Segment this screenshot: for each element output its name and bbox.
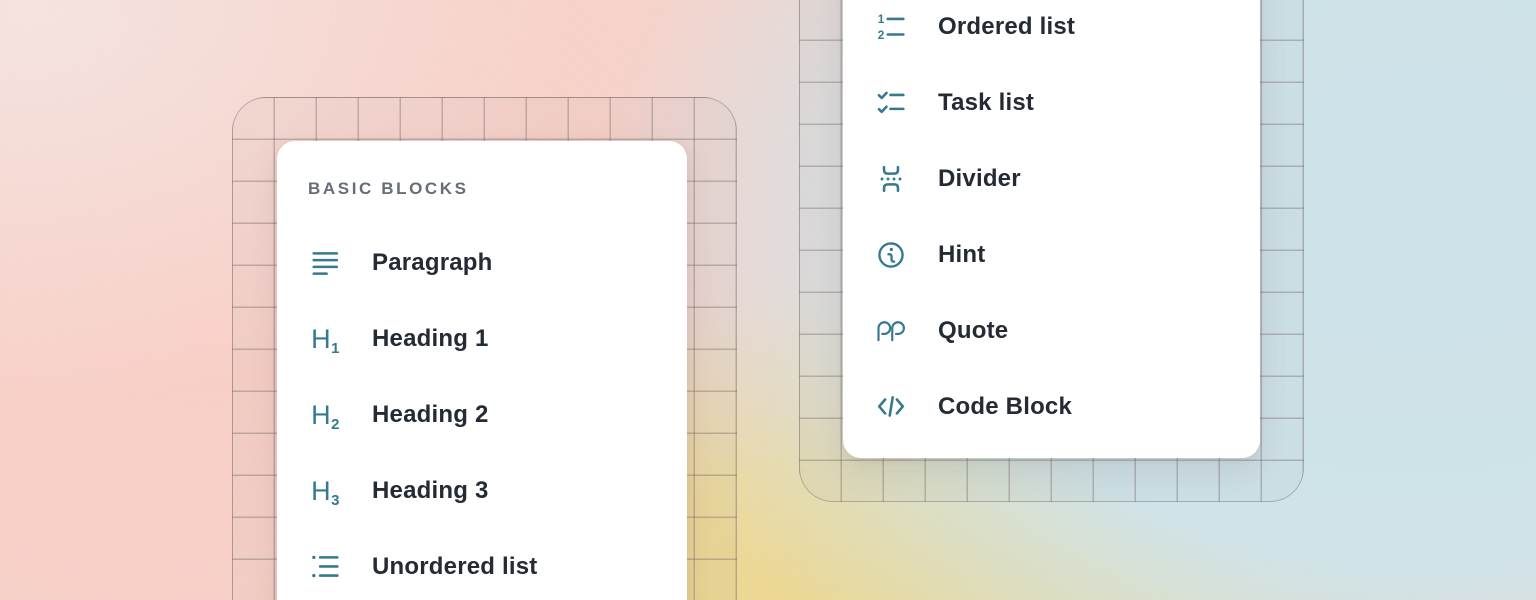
block-item-label: Unordered list: [372, 553, 538, 581]
block-item-code-block[interactable]: Code Block: [843, 369, 1260, 445]
block-item-label: Paragraph: [372, 249, 493, 277]
hint-icon: [876, 240, 906, 270]
paragraph-icon: [310, 248, 340, 278]
block-item-label: Ordered list: [938, 13, 1075, 41]
block-item-label: Heading 3: [372, 477, 489, 505]
block-item-ordered-list[interactable]: 12Ordered list: [843, 0, 1260, 65]
heading-3-icon: H3: [310, 476, 340, 506]
block-item-heading-2[interactable]: H2 Heading 2: [277, 377, 687, 453]
block-item-divider[interactable]: Divider: [843, 141, 1260, 217]
more-blocks-list: 12Ordered listTask listDividerHintQuoteC…: [843, 0, 1260, 445]
heading-1-icon: H1: [310, 324, 340, 354]
divider-icon: [876, 164, 906, 194]
code-block-icon: [876, 392, 906, 422]
block-item-hint[interactable]: Hint: [843, 217, 1260, 293]
block-item-label: Heading 2: [372, 401, 489, 429]
block-item-label: Hint: [938, 241, 985, 269]
section-label-basic-blocks: BASIC BLOCKS: [308, 179, 687, 199]
block-item-label: Task list: [938, 89, 1034, 117]
more-blocks-card: 12Ordered listTask listDividerHintQuoteC…: [843, 0, 1260, 458]
basic-blocks-list: Paragraph H1 Heading 1 H2 Heading 2 H3 Heading…: [277, 225, 687, 600]
block-item-task-list[interactable]: Task list: [843, 65, 1260, 141]
block-item-heading-1[interactable]: H1 Heading 1: [277, 301, 687, 377]
heading-2-icon: H2: [310, 400, 340, 430]
block-item-paragraph[interactable]: Paragraph: [277, 225, 687, 301]
svg-text:2: 2: [878, 29, 885, 42]
block-item-label: Divider: [938, 165, 1021, 193]
ordered-list-icon: 12: [876, 12, 906, 42]
block-item-label: Code Block: [938, 393, 1072, 421]
unordered-list-icon: [310, 552, 340, 582]
block-item-label: Quote: [938, 317, 1008, 345]
quote-icon: [876, 316, 906, 346]
block-item-unordered-list[interactable]: Unordered list: [277, 529, 687, 600]
block-item-heading-3[interactable]: H3 Heading 3: [277, 453, 687, 529]
block-item-quote[interactable]: Quote: [843, 293, 1260, 369]
svg-text:1: 1: [878, 13, 885, 26]
block-item-label: Heading 1: [372, 325, 489, 353]
task-list-icon: [876, 88, 906, 118]
basic-blocks-card: BASIC BLOCKS Paragraph H1 Heading 1 H2 Headi…: [277, 141, 687, 600]
